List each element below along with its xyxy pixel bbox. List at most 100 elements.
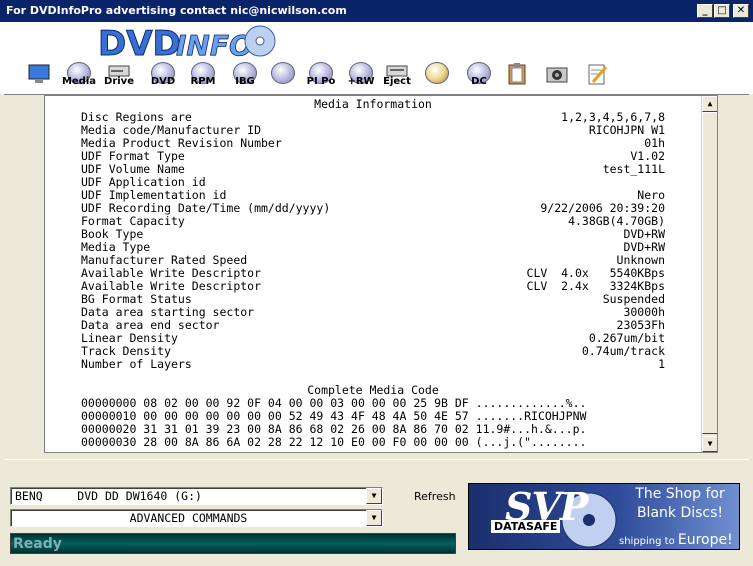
report-scrollbar[interactable]: ▲ ▼ — [701, 96, 717, 452]
report-row-value: 23053Fh — [616, 318, 665, 332]
chevron-down-icon[interactable]: ▼ — [366, 510, 382, 526]
report-row-value: 0.74um/track — [581, 344, 665, 358]
toolbar-pipo[interactable]: PI Po — [304, 62, 338, 92]
report-row: Data area starting sector 30000h — [81, 305, 665, 319]
report-row-key: Media Product Revision Number — [81, 136, 282, 150]
report-row: Linear Density 0.267um/bit — [81, 331, 665, 345]
hex-line: 00000030 28 00 8A 86 6A 02 28 22 12 10 E… — [81, 435, 587, 449]
scroll-up-button[interactable]: ▲ — [702, 96, 717, 112]
report-row-value: Nero — [637, 188, 665, 202]
report-row-value: CLV 2.4x 3324KBps — [526, 279, 665, 293]
monitor-icon — [28, 64, 50, 83]
main-toolbar: Media Drive DVD RPM IBG PI Po +RW Eject … — [22, 62, 642, 92]
svg-text:INFO: INFO — [176, 29, 253, 60]
report-row: Data area end sector 23053Fh — [81, 318, 665, 332]
report-row: Format Capacity 4.38GB(4.70GB) — [81, 214, 665, 228]
report-row-key: Available Write Descriptor — [81, 266, 262, 280]
report-row-key: UDF Format Type — [81, 149, 185, 163]
report-row: UDF Implementation id Nero — [81, 188, 665, 202]
maximize-button[interactable]: □ — [714, 4, 730, 18]
report-row: Media Type DVD+RW — [81, 240, 665, 254]
report-row-value: Unknown — [616, 253, 665, 267]
report-row-key: UDF Recording Date/Time (mm/dd/yyyy) — [81, 201, 331, 215]
camera-icon — [546, 67, 568, 83]
toolbar-dc[interactable]: DC — [462, 62, 496, 92]
report-row-value: V1.02 — [630, 149, 665, 163]
report-row-key: Number of Layers — [81, 357, 192, 371]
drive-select-value: BENQ DVD DD DW1640 (G:) — [15, 489, 202, 503]
toolbar-drive-label: Drive — [104, 76, 134, 87]
media-info-report[interactable]: Media Information Disc Regions are 1,2,3,… — [44, 95, 718, 453]
scroll-down-button[interactable]: ▼ — [702, 436, 717, 452]
report-row: Manufacturer Rated Speed Unknown — [81, 253, 665, 267]
dvdinfo-logo: DVD INFO — [96, 24, 280, 60]
magnifier-icon — [271, 62, 295, 84]
toolbar-notepad[interactable] — [580, 62, 614, 92]
command-select-value: ADVANCED COMMANDS — [129, 511, 248, 525]
report-row: Media code/Manufacturer ID RICOHJPN W1 — [81, 123, 665, 137]
ad-shipping-dest: Europe! — [677, 532, 733, 548]
toolbar-drive[interactable]: Drive — [102, 62, 136, 92]
close-button[interactable]: ✕ — [733, 4, 749, 18]
toolbar-rpm[interactable]: RPM — [186, 62, 220, 92]
toolbar-media[interactable]: Media — [62, 62, 96, 92]
minimize-button[interactable]: _ — [697, 4, 713, 18]
report-heading: Media Information — [314, 97, 432, 111]
report-row-key: Media Type — [81, 240, 151, 254]
window-titlebar[interactable]: For DVDInfoPro advertising contact nic@n… — [0, 0, 753, 22]
report-row: UDF Application id — [81, 175, 665, 189]
toolbar-eject[interactable]: Eject — [380, 62, 414, 92]
report-row-key: Linear Density — [81, 331, 178, 345]
report-row-key: BG Format Status — [81, 292, 192, 306]
report-row-key: Data area starting sector — [81, 305, 255, 319]
report-row-value: 4.38GB(4.70GB) — [568, 214, 665, 228]
toolbar-monitor[interactable] — [22, 62, 56, 92]
report-row: Book Type DVD+RW — [81, 227, 665, 241]
toolbar-ibg-label: IBG — [235, 76, 255, 87]
report-row-value: Suspended — [602, 292, 665, 306]
toolbar-tools[interactable] — [420, 62, 454, 92]
tools-icon — [425, 62, 449, 84]
toolbar-ibg[interactable]: IBG — [228, 62, 262, 92]
ad-banner[interactable]: SVP DATASAFE The Shop for Blank Discs! s… — [468, 483, 740, 550]
toolbar-camera[interactable] — [540, 62, 574, 92]
report-row-key: Data area end sector — [81, 318, 220, 332]
refresh-button[interactable]: Refresh — [414, 490, 456, 503]
toolbar-rw[interactable]: +RW — [344, 62, 378, 92]
notepad-icon — [588, 64, 608, 85]
hex-line: 00000000 08 02 00 00 92 0F 04 00 00 03 0… — [81, 396, 587, 410]
report-row-key: Track Density — [81, 344, 172, 358]
media-code-heading: Complete Media Code — [307, 383, 439, 397]
ad-sub: DATASAFE — [491, 520, 561, 533]
ad-shipping-prefix: shipping to — [619, 536, 675, 547]
report-row-value: 1 — [658, 357, 665, 371]
report-row: Disc Regions are 1,2,3,4,5,6,7,8 — [81, 110, 665, 124]
report-row: Available Write Descriptor CLV 4.0x 5540K… — [81, 266, 665, 280]
command-select[interactable]: ADVANCED COMMANDS ▼ — [10, 509, 383, 527]
toolbar-dvd[interactable]: DVD — [146, 62, 180, 92]
report-row-value: 30000h — [623, 305, 665, 319]
chevron-down-icon[interactable]: ▼ — [366, 488, 382, 504]
ad-shipping: shipping to Europe! — [619, 532, 733, 548]
report-row-value: DVD+RW — [623, 227, 665, 241]
report-row: BG Format Status Suspended — [81, 292, 665, 306]
report-row: Track Density 0.74um/track — [81, 344, 665, 358]
report-row-value: CLV 4.0x 5540KBps — [526, 266, 665, 280]
report-row: UDF Volume Name test_111L — [81, 162, 665, 176]
app-header: DVD INFO Media Drive DVD RPM IBG PI Po +… — [0, 22, 753, 94]
scroll-thumb[interactable] — [702, 112, 717, 434]
window-title: For DVDInfoPro advertising contact nic@n… — [6, 4, 347, 17]
report-row: UDF Recording Date/Time (mm/dd/yyyy) 9/22… — [81, 201, 665, 215]
report-row: Available Write Descriptor CLV 2.4x 3324K… — [81, 279, 665, 293]
report-row-value: DVD+RW — [623, 240, 665, 254]
report-row-key: UDF Application id — [81, 175, 206, 189]
toolbar-clipboard[interactable] — [500, 62, 534, 92]
report-row-value: 1,2,3,4,5,6,7,8 — [561, 110, 665, 124]
report-row: Media Product Revision Number 01h — [81, 136, 665, 150]
drive-select[interactable]: BENQ DVD DD DW1640 (G:) ▼ — [10, 487, 383, 505]
report-row-value: 0.267um/bit — [588, 331, 665, 345]
hex-line: 00000020 31 31 01 39 23 00 8A 86 68 02 2… — [81, 422, 587, 436]
report-row-key: Disc Regions are — [81, 110, 192, 124]
report-row-value: test_111L — [602, 162, 665, 176]
toolbar-magnifier[interactable] — [266, 62, 300, 92]
